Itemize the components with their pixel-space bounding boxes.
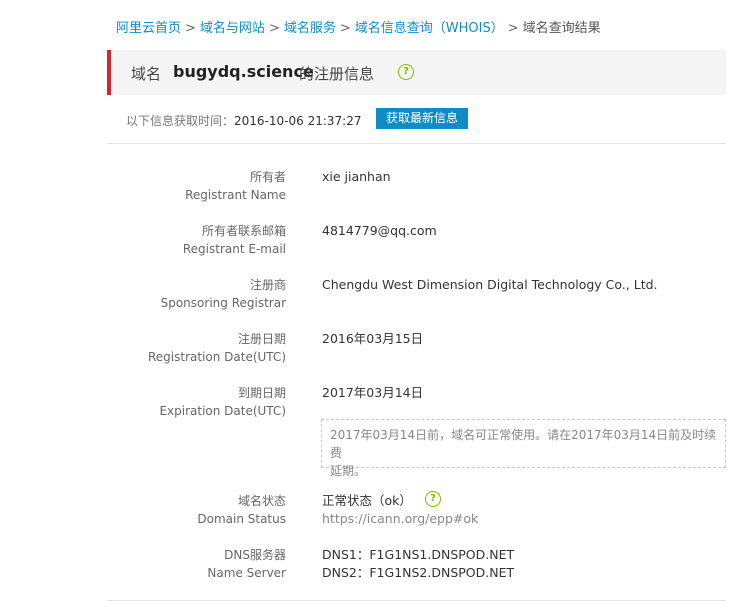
- name-server-1: DNS1：F1G1NS1.DNSPOD.NET: [322, 547, 515, 562]
- question-circle-icon[interactable]: ?: [398, 64, 414, 80]
- page-title-bar: 域名 bugydq.science 的注册信息 ?: [107, 50, 726, 95]
- name-server-values: DNS1：F1G1NS1.DNSPOD.NET DNS2：F1G1NS2.DNS…: [322, 546, 514, 582]
- divider: [107, 600, 726, 601]
- domain-status-text: 正常状态（ok）: [322, 493, 412, 508]
- email-label-cn: 所有者联系邮箱: [201, 224, 286, 238]
- registration-date-label-en: Registration Date(UTC): [147, 350, 286, 364]
- fetch-time-line: 以下信息获取时间：2016-10-06 21:37:27: [126, 112, 361, 129]
- page-title-prefix: 域名: [131, 65, 162, 83]
- email-value: 4814779@qq.com: [322, 223, 437, 238]
- divider: [107, 143, 726, 144]
- breadcrumb-home-link[interactable]: 阿里云首页: [116, 21, 181, 36]
- registrar-label-cn: 注册商: [249, 278, 286, 292]
- registrant-value: xie jianhan: [322, 169, 391, 184]
- registration-date-label-cn: 注册日期: [237, 332, 286, 346]
- expiration-date-label-cn: 到期日期: [237, 386, 286, 400]
- page-title-suffix: 的注册信息: [299, 65, 375, 83]
- fetch-time-label: 以下信息获取时间：: [126, 114, 235, 128]
- expiration-date-label: 到期日期 Expiration Date(UTC): [159, 384, 286, 420]
- expiration-date-label-en: Expiration Date(UTC): [159, 404, 286, 418]
- name-server-label-en: Name Server: [207, 566, 286, 580]
- question-circle-icon[interactable]: ?: [425, 491, 441, 507]
- registrar-label-en: Sponsoring Registrar: [160, 296, 286, 310]
- breadcrumb-separator: >: [268, 21, 280, 36]
- breadcrumb-whois-link[interactable]: 域名信息查询（WHOIS）: [355, 21, 504, 36]
- page-title-domain: bugydq.science: [173, 62, 314, 81]
- breadcrumb-separator: >: [507, 21, 519, 36]
- breadcrumb-current: 域名查询结果: [522, 21, 601, 36]
- breadcrumb-domain-service-link[interactable]: 域名服务: [284, 21, 336, 36]
- email-label-en: Registrant E-mail: [182, 242, 286, 256]
- expiration-date-value: 2017年03月14日: [322, 385, 424, 400]
- registration-date-value: 2016年03月15日: [322, 331, 424, 346]
- breadcrumb-domains-websites-link[interactable]: 域名与网站: [200, 21, 265, 36]
- registrar-label: 注册商 Sponsoring Registrar: [161, 276, 286, 312]
- fetch-time-value: 2016-10-06 21:37:27: [234, 114, 362, 128]
- expiration-notice-line1: 2017年03月14日前，域名可正常使用。请在2017年03月14日前及时续费: [330, 428, 717, 460]
- name-server-label-cn: DNS服务器: [224, 548, 286, 562]
- domain-status-label: 域名状态 Domain Status: [197, 492, 286, 528]
- registration-date-label: 注册日期 Registration Date(UTC): [148, 330, 286, 366]
- domain-status-link[interactable]: https://icann.org/epp#ok: [322, 510, 478, 528]
- domain-status-label-cn: 域名状态: [237, 494, 286, 508]
- name-server-label: DNS服务器 Name Server: [207, 546, 286, 582]
- registrar-value: Chengdu West Dimension Digital Technolog…: [322, 277, 658, 292]
- expiration-notice-line2: 延期。: [330, 464, 367, 478]
- domain-status-label-en: Domain Status: [197, 512, 286, 526]
- domain-status-value: 正常状态（ok） https://icann.org/epp#ok: [322, 492, 478, 528]
- registrant-label-en: Registrant Name: [185, 188, 286, 202]
- name-server-2: DNS2：F1G1NS2.DNSPOD.NET: [322, 565, 515, 580]
- registrant-label: 所有者 Registrant Name: [185, 168, 286, 204]
- breadcrumb: 阿里云首页 > 域名与网站 > 域名服务 > 域名信息查询（WHOIS） > 域名查询结果: [116, 17, 601, 36]
- breadcrumb-separator: >: [339, 21, 351, 36]
- get-latest-info-button[interactable]: 获取最新信息: [376, 108, 468, 129]
- breadcrumb-separator: >: [185, 21, 196, 36]
- email-label: 所有者联系邮箱 Registrant E-mail: [183, 222, 286, 258]
- expiration-notice: 2017年03月14日前，域名可正常使用。请在2017年03月14日前及时续费 …: [321, 419, 726, 478]
- registrant-label-cn: 所有者: [249, 170, 286, 184]
